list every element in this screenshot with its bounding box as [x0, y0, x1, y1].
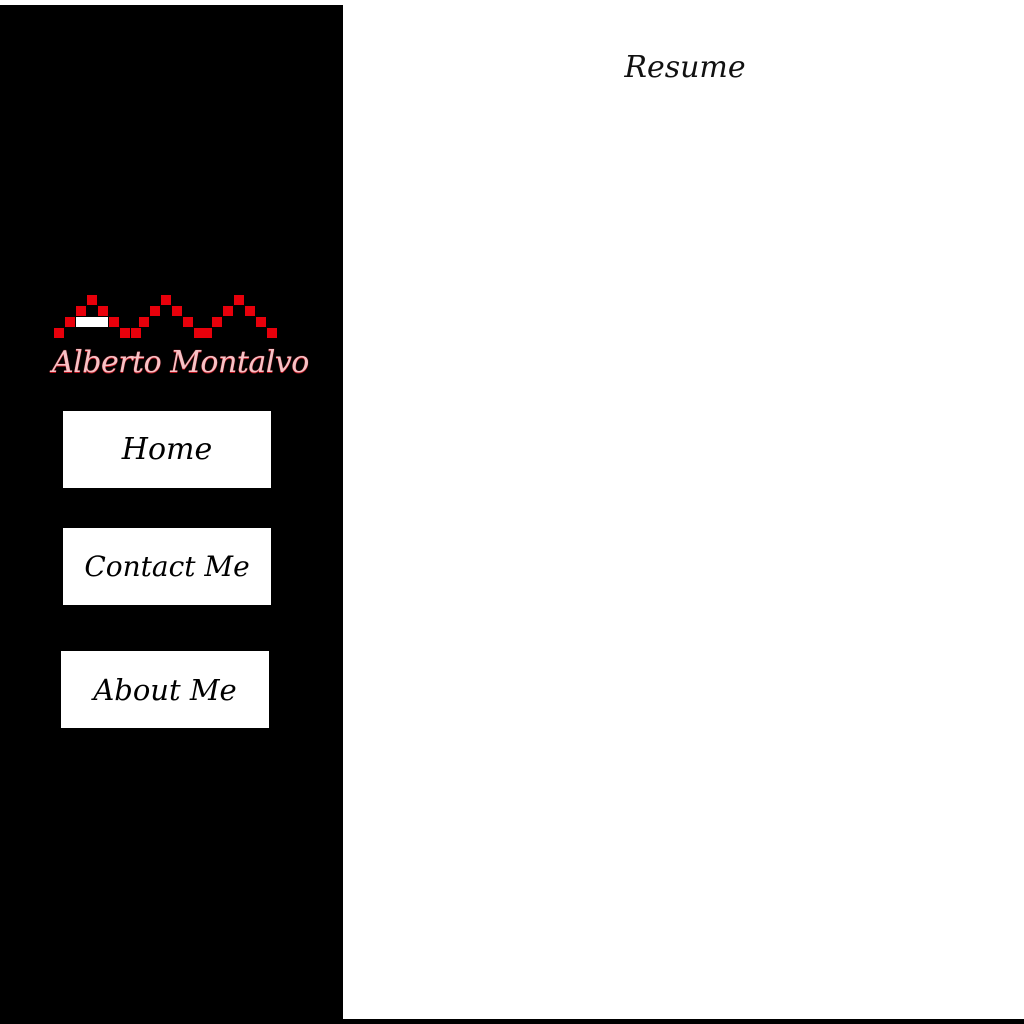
page-title: Resume	[624, 50, 746, 85]
page: Alberto Montalvo Home Contact Me About M…	[0, 0, 1024, 1024]
bottom-border	[343, 1019, 1024, 1024]
nav-contact-button[interactable]: Contact Me	[63, 528, 271, 605]
brand-name: Alberto Montalvo	[52, 345, 309, 380]
logo-graphic	[54, 295, 277, 338]
nav-about-button[interactable]: About Me	[61, 651, 269, 728]
nav-home-button[interactable]: Home	[63, 411, 271, 488]
sidebar: Alberto Montalvo Home Contact Me About M…	[0, 5, 343, 1024]
